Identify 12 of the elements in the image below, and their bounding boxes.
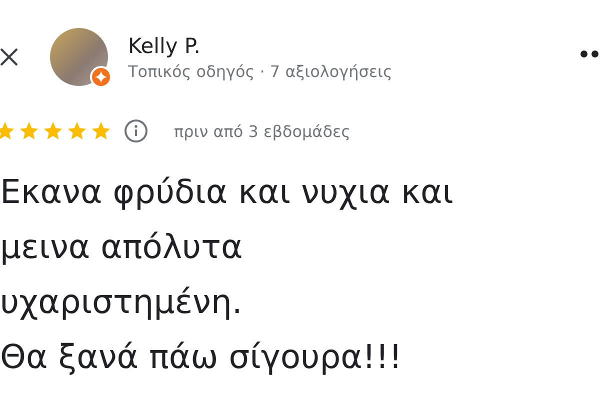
close-icon[interactable] — [0, 48, 18, 66]
star-icon — [90, 120, 112, 142]
star-icon — [18, 120, 40, 142]
star-icon — [42, 120, 64, 142]
star-icon — [66, 120, 88, 142]
review-time: πριν από 3 εβδομάδες — [174, 122, 351, 140]
star-icon — [0, 120, 16, 142]
info-icon[interactable] — [124, 119, 148, 143]
reviewer-name[interactable]: Kelly P. — [128, 34, 580, 58]
review-text: Εκανα φρύδια και νυχια και μεινα απόλυτα υχαριστημένη. Θα ξανά πάω σίγουρα!!! — [0, 171, 454, 378]
more-options-icon[interactable] — [580, 50, 600, 58]
reviewer-subtitle: Τοπικός οδηγός · 7 αξιολογήσεις — [128, 62, 394, 80]
